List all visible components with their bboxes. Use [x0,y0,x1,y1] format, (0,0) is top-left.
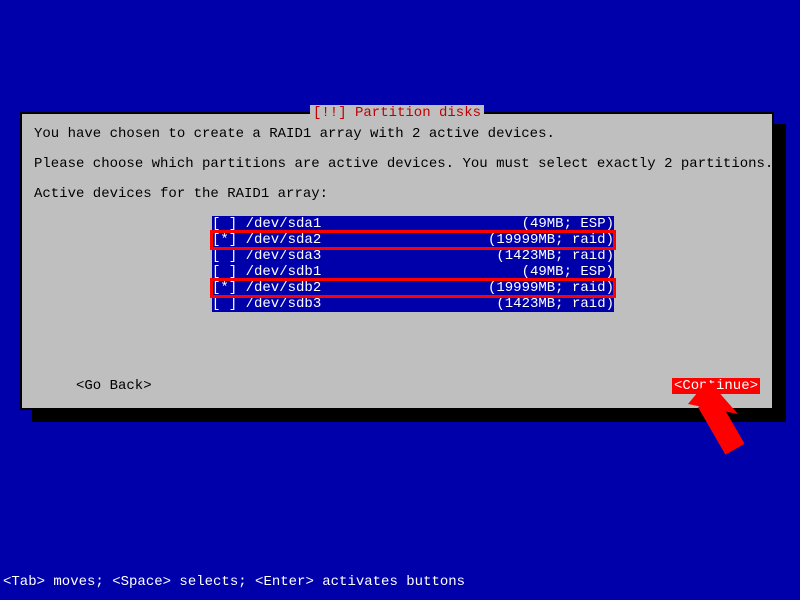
dialog-title: [!!] Partition disks [310,105,484,121]
partition-list: [ ] /dev/sda1(49MB; ESP)[*] /dev/sda2(19… [212,216,614,312]
partition-device: [ ] /dev/sdb3 [212,296,321,312]
partition-row[interactable]: [ ] /dev/sda1(49MB; ESP) [212,216,614,232]
partition-row[interactable]: [ ] /dev/sdb3(1423MB; raid) [212,296,614,312]
intro-line-2: Please choose which partitions are activ… [34,156,760,172]
partition-dialog: [!!] Partition disks You have chosen to … [20,112,774,410]
go-back-button[interactable]: <Go Back> [34,378,152,394]
partition-info: (1423MB; raid) [321,296,614,312]
intro-line-1: You have chosen to create a RAID1 array … [34,126,760,142]
partition-info: (19999MB; raid) [321,232,614,248]
partition-row[interactable]: [ ] /dev/sda3(1423MB; raid) [212,248,614,264]
status-bar: <Tab> moves; <Space> selects; <Enter> ac… [3,574,465,590]
partition-device: [*] /dev/sdb2 [212,280,321,296]
continue-button[interactable]: <Continue> [672,378,760,394]
partition-device: [ ] /dev/sdb1 [212,264,321,280]
partition-info: (19999MB; raid) [321,280,614,296]
partition-info: (49MB; ESP) [321,264,614,280]
partition-row[interactable]: [*] /dev/sdb2(19999MB; raid) [212,280,614,296]
title-text: [!!] Partition disks [313,105,481,121]
partition-row[interactable]: [*] /dev/sda2(19999MB; raid) [212,232,614,248]
partition-device: [ ] /dev/sda1 [212,216,321,232]
partition-row[interactable]: [ ] /dev/sdb1(49MB; ESP) [212,264,614,280]
partition-info: (49MB; ESP) [321,216,614,232]
intro-line-3: Active devices for the RAID1 array: [34,186,760,202]
partition-info: (1423MB; raid) [321,248,614,264]
partition-device: [ ] /dev/sda3 [212,248,321,264]
partition-device: [*] /dev/sda2 [212,232,321,248]
